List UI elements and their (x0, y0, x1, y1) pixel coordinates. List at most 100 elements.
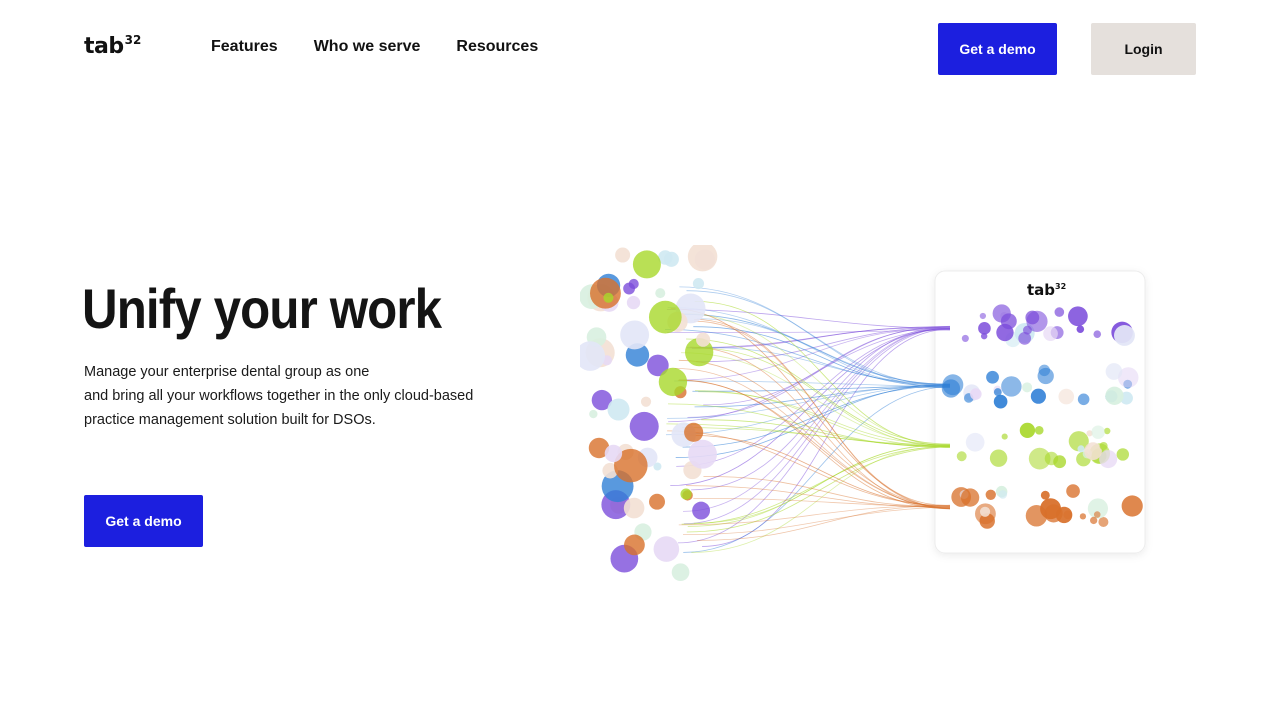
row-bubble (1093, 330, 1102, 338)
scatter-bubble (655, 288, 666, 299)
row-bubble (1038, 364, 1051, 377)
row-bubble (1001, 376, 1022, 397)
row-bubble (1093, 511, 1101, 518)
card-logo-text: tab (1027, 281, 1055, 299)
row-bubble (1040, 498, 1062, 520)
row-bubble (1026, 310, 1048, 332)
row-bubble (1040, 490, 1050, 500)
row-bubble (1105, 363, 1123, 380)
nav-who-we-serve[interactable]: Who we serve (314, 38, 421, 56)
row-bubble (986, 370, 999, 384)
row-bubble (1116, 448, 1130, 461)
scatter-bubble (684, 422, 704, 442)
row-bubble (979, 506, 991, 517)
row-bubble (1089, 516, 1098, 525)
row-bubble (1099, 441, 1108, 451)
scatter-bubble (658, 367, 688, 397)
site-header: tab32 Features Who we serve Resources Ge… (0, 0, 1280, 96)
row-bubble (1018, 331, 1032, 345)
scatter-bubble (649, 493, 665, 510)
row-bubble (1105, 386, 1124, 405)
row-bubble (1058, 388, 1075, 405)
hero-description-line: Manage your enterprise dental group as o… (84, 364, 370, 380)
scatter-bubble (590, 277, 621, 309)
row-bubble (1077, 445, 1085, 453)
nav-resources[interactable]: Resources (456, 38, 538, 56)
row-bubble (941, 379, 961, 398)
row-bubble (978, 322, 991, 335)
scattered-bubbles (580, 245, 718, 582)
scatter-bubble (623, 282, 636, 295)
scatter-bubble (671, 563, 690, 582)
stream-line (702, 328, 951, 547)
hero-get-demo-button[interactable]: Get a demo (84, 495, 203, 547)
nav-features[interactable]: Features (211, 38, 278, 56)
data-unification-illustration: tab32 (580, 245, 1146, 582)
stream-line (668, 327, 951, 423)
row-bubble (1113, 325, 1135, 346)
logo-text: tab (84, 34, 124, 59)
scatter-bubble (626, 295, 641, 310)
row-bubble (1066, 484, 1080, 498)
scatter-bubble (607, 398, 630, 421)
row-bubble (989, 449, 1008, 467)
scatter-bubble (632, 250, 661, 279)
stream-line (683, 385, 951, 553)
row-bubble (1099, 450, 1118, 469)
logo-superscript: 32 (124, 33, 142, 47)
card-logo-superscript: 32 (1055, 282, 1066, 291)
row-bubble (970, 388, 982, 400)
scatter-bubble (688, 439, 717, 469)
login-button[interactable]: Login (1091, 23, 1196, 75)
stream-line (698, 391, 951, 446)
row-bubble (1022, 382, 1033, 393)
scatter-bubble (640, 396, 652, 407)
row-bubble (1084, 442, 1102, 460)
scatter-bubble (692, 278, 705, 290)
row-bubble (1079, 513, 1087, 520)
scatter-bubble (615, 247, 631, 263)
row-bubble (993, 394, 1008, 409)
row-bubble (992, 304, 1011, 323)
stream-line (665, 385, 951, 436)
scatter-bubble (603, 292, 614, 303)
row-bubble (985, 489, 996, 500)
tab32-logo[interactable]: tab32 (84, 33, 142, 59)
row-bubble (1054, 307, 1065, 317)
row-bubble (1077, 393, 1090, 406)
hero-description-line: and bring all your workflows together in… (84, 388, 474, 404)
row-bubble (998, 490, 1008, 499)
stream-line (686, 446, 951, 533)
scatter-bubble (653, 536, 680, 562)
row-bubble (1098, 516, 1109, 527)
row-bubble (1068, 306, 1088, 327)
row-bubble (980, 332, 988, 340)
scatter-bubble (623, 497, 645, 519)
row-bubble (1034, 425, 1044, 435)
row-bubble (961, 334, 969, 342)
main-nav: Features Who we serve Resources (211, 38, 538, 56)
row-bubble (960, 488, 980, 507)
hero-description: Manage your enterprise dental group as o… (84, 360, 473, 432)
row-bubble (956, 451, 967, 462)
row-bubble (1001, 433, 1008, 440)
row-bubble (1043, 326, 1058, 341)
stream-line (694, 300, 951, 447)
scatter-bubble (604, 444, 623, 463)
row-bubble (1030, 388, 1046, 404)
hero-description-line: practice management solution built for D… (84, 412, 376, 428)
scatter-bubble (620, 320, 650, 350)
scatter-bubble (589, 409, 598, 419)
row-bubble (993, 388, 1002, 397)
scatter-bubble (687, 245, 718, 272)
row-bubble (965, 432, 985, 452)
scatter-bubble (648, 300, 682, 334)
stream-line (695, 390, 951, 447)
row-bubble (1121, 495, 1143, 517)
row-bubble (1091, 425, 1105, 439)
row-bubble (1028, 447, 1051, 470)
scatter-bubble (629, 411, 659, 441)
header-get-demo-button[interactable]: Get a demo (938, 23, 1057, 75)
scatter-bubble (692, 501, 711, 520)
scatter-bubble (680, 488, 692, 500)
